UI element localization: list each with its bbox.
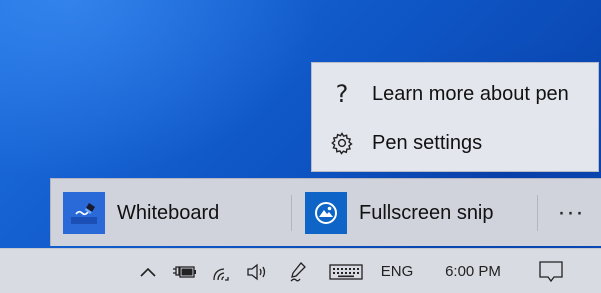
time-label: 6:00 PM <box>445 263 501 280</box>
pen-icon[interactable] <box>284 249 312 293</box>
whiteboard-icon <box>63 192 105 234</box>
battery-plug-icon[interactable] <box>169 249 199 293</box>
clock[interactable]: 6:00 PM <box>432 249 514 293</box>
fullscreen-snip-button[interactable]: Fullscreen snip <box>305 192 494 234</box>
taskbar: ENG 6:00 PM <box>0 248 601 293</box>
volume-icon[interactable] <box>243 249 271 293</box>
language-indicator[interactable]: ENG <box>374 249 420 293</box>
help-question-icon: ? <box>335 80 349 108</box>
snip-icon <box>305 192 347 234</box>
notification-icon[interactable] <box>532 249 570 293</box>
app-label: Whiteboard <box>117 201 220 224</box>
menu-item-learn-more[interactable]: ? Learn more about pen <box>312 68 598 120</box>
language-label: ENG <box>380 263 414 280</box>
desktop-glow <box>0 0 320 180</box>
app-label: Fullscreen snip <box>359 201 494 224</box>
whiteboard-button[interactable]: Whiteboard <box>63 192 219 234</box>
pen-workspace-bar: Whiteboard Fullscreen snip ··· <box>50 178 601 246</box>
more-options-button[interactable]: ··· <box>547 192 595 234</box>
keyboard-icon[interactable] <box>326 249 366 293</box>
menu-item-label: Learn more about pen <box>372 82 569 105</box>
chevron-up-icon[interactable] <box>136 249 160 293</box>
divider <box>291 195 292 231</box>
gear-icon <box>312 131 372 155</box>
more-label: ··· <box>557 199 585 226</box>
menu-item-pen-settings[interactable]: Pen settings <box>312 117 598 169</box>
menu-item-label: Pen settings <box>372 131 483 154</box>
divider <box>537 195 538 231</box>
pen-menu: ? Learn more about pen Pen settings <box>311 62 599 172</box>
wifi-icon[interactable] <box>207 249 237 293</box>
